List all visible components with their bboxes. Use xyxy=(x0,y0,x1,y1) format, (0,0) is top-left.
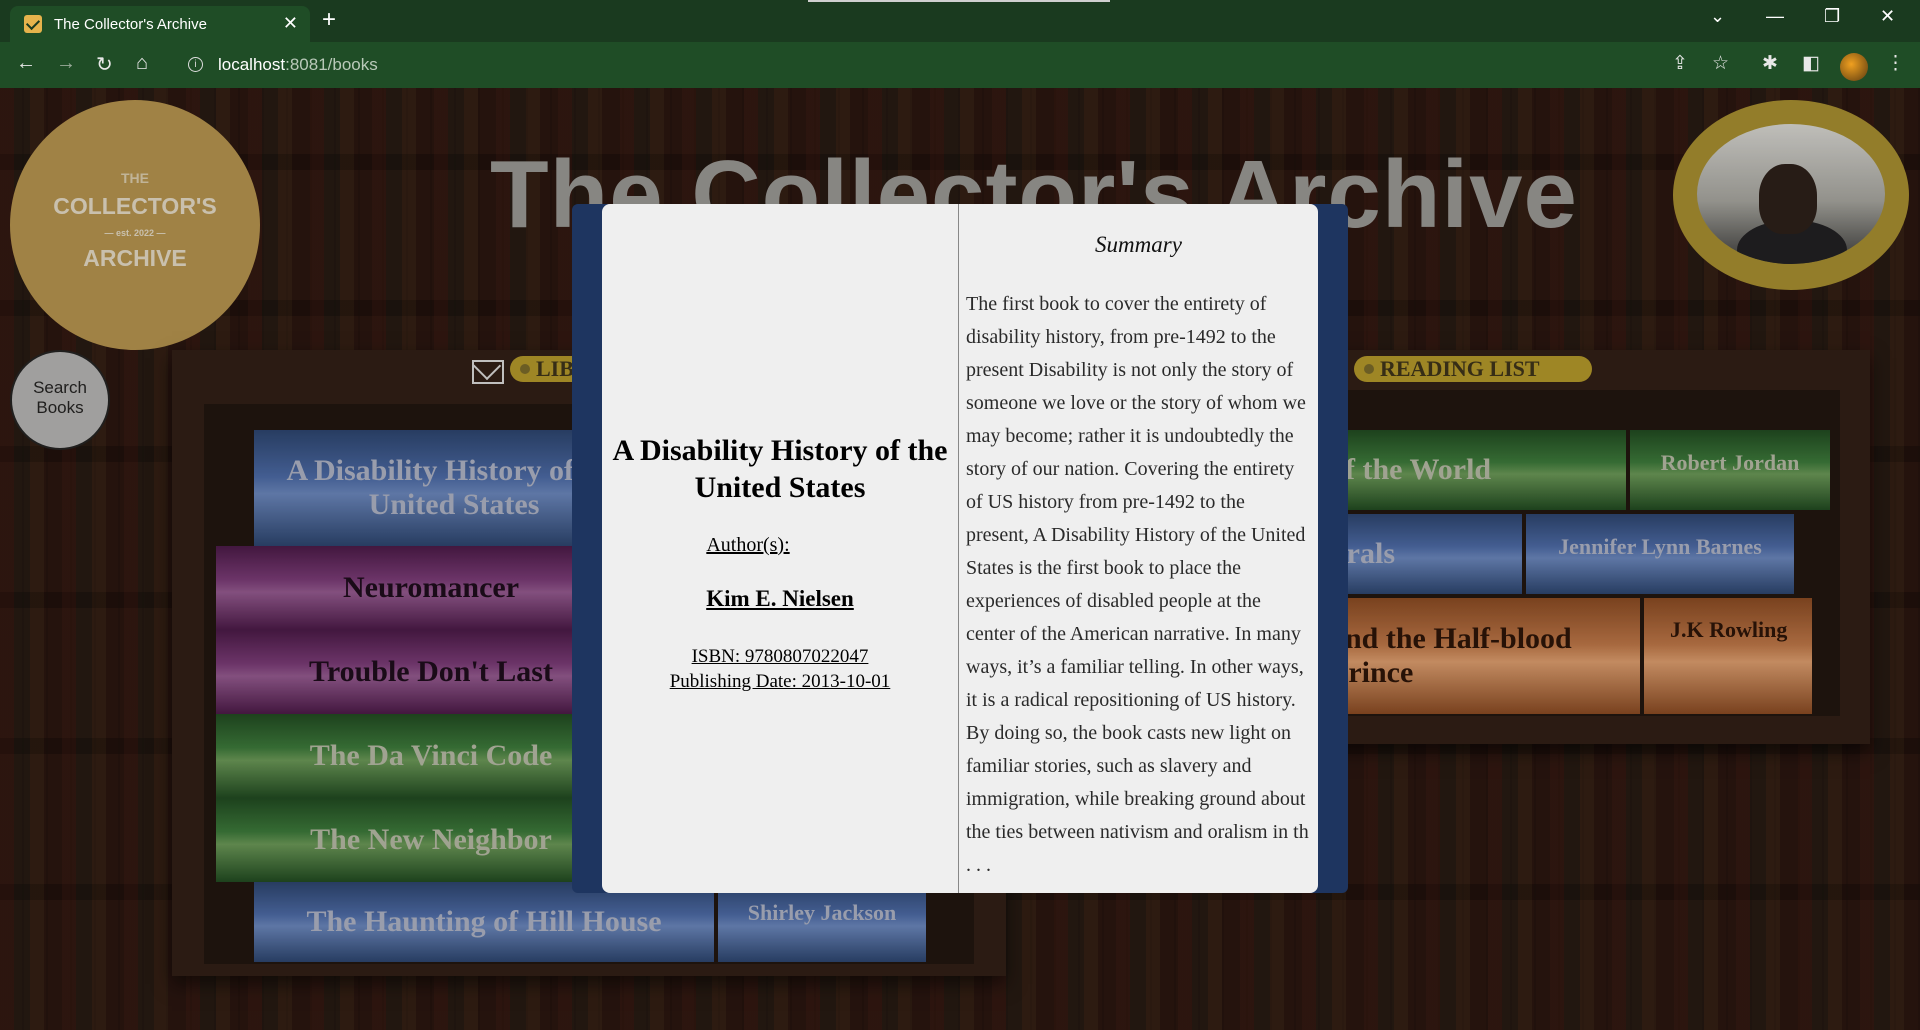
profile-avatar[interactable] xyxy=(1840,53,1868,81)
address-bar[interactable]: i localhost:8081/books xyxy=(176,48,1666,82)
modal-isbn: ISBN: 9780807022047 xyxy=(691,646,869,667)
book-detail-modal-frame: A Disability History of the United State… xyxy=(572,204,1348,893)
browser-tab-bar: The Collector's Archive ✕ + ⌄ — ❐ ✕ xyxy=(0,0,1920,42)
home-icon[interactable]: ⌂ xyxy=(136,52,148,75)
forward-icon[interactable]: → xyxy=(56,52,76,75)
sidebar-icon[interactable]: ◧ xyxy=(1802,52,1820,75)
modal-summary-panel: Summary The first book to cover the enti… xyxy=(959,204,1318,893)
modal-author: Kim E. Nielsen xyxy=(706,586,854,611)
modal-book-title: A Disability History of the United State… xyxy=(612,434,948,504)
loading-strip xyxy=(808,0,1110,2)
star-icon[interactable]: ☆ xyxy=(1712,52,1729,75)
tab-title: The Collector's Archive xyxy=(54,16,207,33)
back-icon[interactable]: ← xyxy=(16,52,36,75)
page-background: THE COLLECTOR'S — est. 2022 — ARCHIVE Th… xyxy=(0,88,1920,1030)
reload-icon[interactable]: ↻ xyxy=(96,52,113,77)
modal-summary-text: The first book to cover the entirety of … xyxy=(966,293,1309,876)
chevron-down-icon[interactable]: ⌄ xyxy=(1710,6,1725,27)
extensions-icon[interactable]: ✱ xyxy=(1762,52,1778,75)
share-icon[interactable]: ⇪ xyxy=(1672,52,1688,75)
modal-publishing-date: Publishing Date: 2013-10-01 xyxy=(669,671,891,692)
browser-tab[interactable]: The Collector's Archive ✕ xyxy=(10,6,310,42)
close-icon[interactable]: ✕ xyxy=(283,13,298,34)
minimize-icon[interactable]: — xyxy=(1766,6,1784,27)
restore-icon[interactable]: ❐ xyxy=(1824,6,1840,27)
envelope-favicon-icon xyxy=(24,15,42,33)
plus-icon[interactable]: + xyxy=(322,6,336,34)
modal-summary-heading: Summary xyxy=(1095,232,1182,257)
book-detail-modal: A Disability History of the United State… xyxy=(602,204,1318,893)
menu-icon[interactable]: ⋮ xyxy=(1886,52,1905,75)
modal-author-label: Author(s): xyxy=(706,534,790,556)
url-text[interactable]: localhost:8081/books xyxy=(218,55,378,75)
info-icon[interactable]: i xyxy=(188,57,203,72)
close-window-icon[interactable]: ✕ xyxy=(1880,6,1895,27)
modal-meta: ISBN: 9780807022047 Publishing Date: 201… xyxy=(602,644,958,694)
browser-toolbar: ← → ↻ ⌂ i localhost:8081/books ⇪ ☆ ✱ ◧ ⋮ xyxy=(0,42,1920,88)
modal-book-info: A Disability History of the United State… xyxy=(602,204,959,893)
